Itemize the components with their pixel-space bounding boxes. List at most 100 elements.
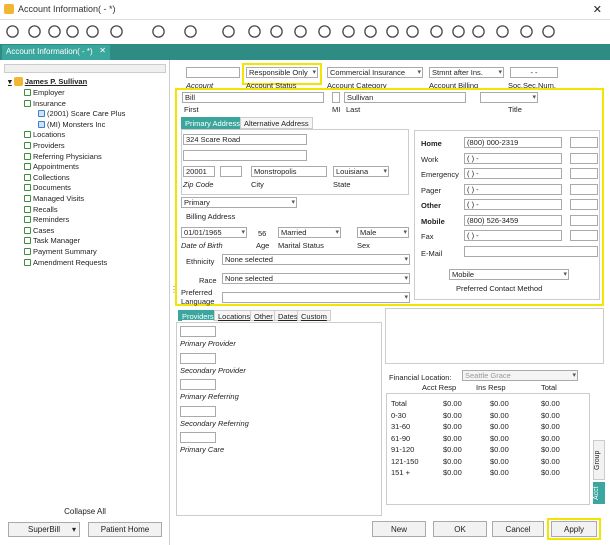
refresh-icon[interactable] xyxy=(268,23,285,40)
other-phone-field[interactable]: ( ) - xyxy=(464,199,562,210)
close-tab-icon[interactable]: ✕ xyxy=(99,46,106,55)
pager-phone-field[interactable]: ( ) - xyxy=(464,183,562,195)
side-tab-group[interactable]: Group xyxy=(593,440,605,480)
ok-button[interactable]: OK xyxy=(433,521,487,537)
clock-icon[interactable] xyxy=(540,23,557,40)
city-field[interactable]: Monstropolis xyxy=(251,166,327,177)
account-status-select[interactable]: Responsible Only xyxy=(246,67,318,78)
sex-select[interactable]: Male xyxy=(357,227,409,238)
new-button[interactable]: New xyxy=(372,521,426,537)
collapse-all-button[interactable]: Collapse All xyxy=(4,505,166,519)
secondary-ref-provider-field[interactable] xyxy=(180,405,216,417)
tree-item[interactable]: Amendment Requests xyxy=(24,258,107,267)
fax-phone-field[interactable]: ( ) - xyxy=(464,230,562,241)
tree-item[interactable]: Recalls xyxy=(24,205,58,214)
tree-item[interactable]: Payment Summary xyxy=(24,247,97,256)
close-icon[interactable] xyxy=(84,23,101,40)
home-phone-field[interactable]: (800) 000-2319 xyxy=(464,137,562,148)
mobile-phone-ext-field[interactable] xyxy=(570,214,598,226)
last-name-field[interactable]: Sullivan xyxy=(344,92,466,103)
tree-item[interactable]: Insurance xyxy=(24,99,66,108)
tree-item[interactable]: Task Manager xyxy=(24,236,80,245)
nav-prev-icon[interactable] xyxy=(150,23,167,40)
other-phone-ext-field[interactable] xyxy=(570,199,598,210)
billing-address-select[interactable]: Primary xyxy=(181,197,297,208)
tab-primary-address[interactable]: Primary Address xyxy=(181,117,245,129)
tree-item[interactable]: (2001) Scare Care Plus xyxy=(38,109,125,118)
tree-item[interactable]: Providers xyxy=(24,141,65,150)
group-icon[interactable] xyxy=(292,23,309,40)
back-icon[interactable] xyxy=(4,23,21,40)
race-select[interactable]: None selected xyxy=(222,273,410,284)
tree-item[interactable]: Employer xyxy=(24,88,65,97)
nav-next-icon[interactable] xyxy=(182,23,199,40)
mobile-phone-field[interactable]: (800) 526-3459 xyxy=(464,214,562,226)
tree-search-input[interactable] xyxy=(4,64,166,73)
tree-item[interactable]: Cases xyxy=(24,226,54,235)
fax-phone-ext-field[interactable] xyxy=(570,230,598,241)
address-line2-field[interactable] xyxy=(183,150,307,161)
ssn-field[interactable]: - - xyxy=(510,67,558,78)
zip-ext-field[interactable] xyxy=(220,166,242,177)
patient-home-button[interactable]: Patient Home xyxy=(88,522,162,537)
financial-location-select[interactable]: Seattle Grace xyxy=(462,370,578,381)
grid-icon[interactable] xyxy=(108,23,125,40)
pager-phone-ext-field[interactable] xyxy=(570,183,598,195)
email-field[interactable] xyxy=(464,246,598,257)
play-icon[interactable] xyxy=(404,23,421,40)
binoculars-icon[interactable] xyxy=(220,23,237,40)
globe-search-icon[interactable] xyxy=(494,23,511,40)
ledger-icon[interactable] xyxy=(340,23,357,40)
tab-account-information[interactable]: Account Information( - *) ✕ xyxy=(2,45,110,60)
tree-item[interactable]: (MI) Monsters Inc xyxy=(38,120,105,129)
tree-item[interactable]: Reminders xyxy=(24,215,69,224)
primary-provider-field[interactable] xyxy=(180,326,216,337)
date-of-birth-field[interactable]: 01/01/1965 xyxy=(181,227,247,238)
mi-field[interactable] xyxy=(332,92,340,103)
tree-item[interactable]: Referring Physicians xyxy=(24,152,102,161)
apply-button[interactable]: Apply xyxy=(551,521,597,537)
new-icon[interactable] xyxy=(26,23,43,40)
tab-providers[interactable]: Providers xyxy=(178,310,218,321)
marital-status-select[interactable]: Married xyxy=(278,227,341,238)
checkbox-icon[interactable] xyxy=(362,23,379,40)
tree-item[interactable]: Documents xyxy=(24,183,71,192)
tab-other[interactable]: Other xyxy=(250,310,277,321)
home-phone-ext-field[interactable] xyxy=(570,137,598,148)
check-icon[interactable] xyxy=(46,23,63,40)
zip-code-field[interactable]: 20001 xyxy=(183,166,215,177)
user-icon[interactable] xyxy=(518,23,535,40)
first-name-field[interactable]: Bill xyxy=(182,92,324,103)
account-field[interactable] xyxy=(186,67,240,78)
title-select[interactable] xyxy=(480,92,538,103)
tree-item[interactable]: Collections xyxy=(24,173,70,182)
tree-item[interactable]: Managed Visits xyxy=(24,194,84,203)
edit-icon[interactable] xyxy=(64,23,81,40)
bell-icon[interactable] xyxy=(450,23,467,40)
ethnicity-select[interactable]: None selected xyxy=(222,254,410,265)
emergency-phone-field[interactable]: ( ) - xyxy=(464,168,562,179)
expand-icon[interactable]: ▾ xyxy=(8,77,12,86)
tab-alternative-address[interactable]: Alternative Address xyxy=(240,117,313,129)
tree-item[interactable]: Appointments xyxy=(24,162,79,171)
tab-locations[interactable]: Locations xyxy=(214,310,255,321)
sync-icon[interactable] xyxy=(428,23,445,40)
notes-area[interactable] xyxy=(385,308,604,364)
close-window-icon[interactable]: ✕ xyxy=(593,3,602,16)
tab-custom[interactable]: Custom xyxy=(297,310,331,321)
work-phone-ext-field[interactable] xyxy=(570,152,598,164)
account-billing-select[interactable]: Stmnt after Ins. xyxy=(429,67,504,78)
notes-icon[interactable] xyxy=(316,23,333,40)
search-doc-icon[interactable] xyxy=(384,23,401,40)
cancel-button[interactable]: Cancel xyxy=(492,521,544,537)
primary-ref-provider-field[interactable] xyxy=(180,379,216,390)
state-select[interactable]: Louisiana xyxy=(333,166,389,177)
tree-root[interactable]: ▾ James P. Sullivan xyxy=(8,77,87,86)
id-card-icon[interactable] xyxy=(246,23,263,40)
side-tab-acct[interactable]: Acct xyxy=(593,482,605,504)
work-phone-field[interactable]: ( ) - xyxy=(464,152,562,164)
primary-care-provider-field[interactable] xyxy=(180,432,216,443)
address-line1-field[interactable]: 324 Scare Road xyxy=(183,134,307,145)
preferred-language-select[interactable] xyxy=(222,292,410,303)
tree-item[interactable]: Locations xyxy=(24,130,65,139)
